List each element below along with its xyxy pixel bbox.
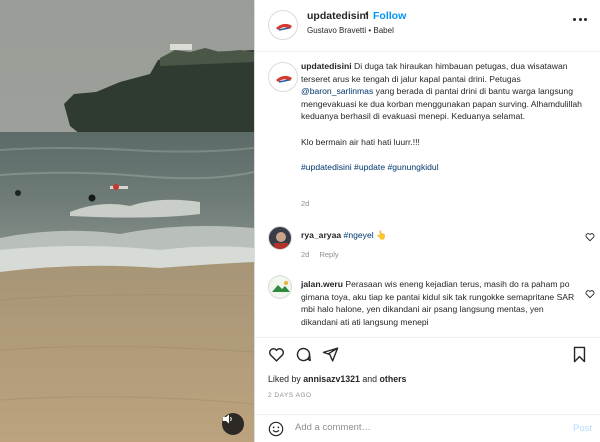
liker-username[interactable]: annisazv1321 [303, 374, 360, 384]
caption-text: updatedisini Di duga tak hiraukan himbau… [301, 60, 591, 173]
comment-icon[interactable] [295, 346, 312, 363]
caption-line-2: Klo bermain air hati hati luurr.!!! [301, 136, 420, 147]
comment-username[interactable]: rya_aryaa [301, 230, 341, 240]
post-video[interactable] [0, 0, 254, 442]
more-horizontal-icon[interactable] [573, 14, 587, 24]
likes-summary: Liked by annisazv1321 and others [268, 374, 406, 384]
separator-dot: • [365, 9, 369, 20]
post-author-username[interactable]: updatedisini [307, 10, 369, 22]
comment-text: jalan.weru Perasaan wis eneng kejadian t… [301, 278, 577, 328]
caption-hashtags[interactable]: #updatedisini #update #gunungkidul [301, 162, 439, 172]
likes-and: and [359, 374, 380, 384]
comment-body: #ngeyel 👆 [343, 230, 387, 240]
comment-timestamp[interactable]: 2d [301, 250, 309, 259]
post-header: updatedisini • Follow Gustavo Bravetti •… [255, 0, 600, 52]
avatar[interactable] [268, 275, 292, 299]
post-date[interactable]: 2 DAYS AGO [268, 392, 312, 399]
bookmark-icon[interactable] [571, 346, 588, 363]
comment-username[interactable]: jalan.weru [301, 279, 343, 289]
add-comment-input[interactable] [295, 422, 535, 433]
avatar[interactable] [268, 62, 298, 92]
follow-button[interactable]: Follow [373, 10, 406, 22]
heart-icon[interactable] [585, 232, 595, 242]
post-comment-button[interactable]: Post [573, 423, 592, 434]
comment-text: rya_aryaa #ngeyel 👆 [301, 229, 577, 242]
action-bar [255, 337, 600, 367]
caption-mention-link[interactable]: @baron_sarlinmas [301, 86, 373, 96]
caption-username[interactable]: updatedisini [301, 61, 352, 71]
speaker-icon[interactable] [222, 413, 244, 435]
heart-icon[interactable] [585, 289, 595, 299]
comment-item: jalan.weru Perasaan wis eneng kejadian t… [255, 275, 600, 337]
avatar[interactable] [268, 226, 292, 250]
reply-button[interactable]: Reply [319, 250, 338, 259]
post-side-panel: updatedisini • Follow Gustavo Bravetti •… [254, 0, 600, 442]
avatar[interactable] [268, 10, 298, 40]
likes-prefix: Liked by [268, 374, 304, 384]
caption-timestamp[interactable]: 2d [301, 199, 309, 208]
audio-track-label[interactable]: Gustavo Bravetti • Babel [307, 26, 394, 35]
likes-others-link[interactable]: others [380, 374, 407, 384]
heart-icon[interactable] [268, 346, 285, 363]
comment-meta: 2d Reply [301, 250, 347, 259]
share-icon[interactable] [322, 346, 339, 363]
beach-scene-video-frame [0, 0, 254, 442]
emoji-icon[interactable] [268, 421, 284, 437]
add-comment-bar: Post [255, 414, 600, 442]
